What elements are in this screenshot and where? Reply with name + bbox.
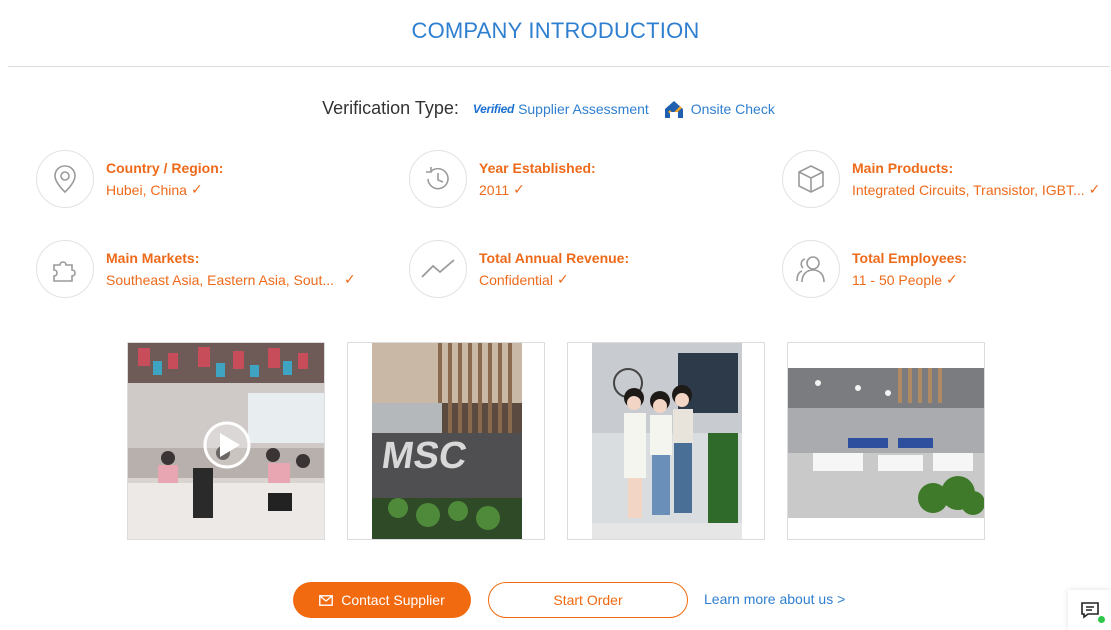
start-order-label: Start Order xyxy=(553,592,623,608)
history-clock-icon xyxy=(409,150,467,208)
info-value: Southeast Asia, Eastern Asia, Sout... xyxy=(106,271,335,288)
check-icon: ✓ xyxy=(513,181,525,197)
section-divider xyxy=(8,66,1110,67)
msc-logo-wall-photo[interactable]: MSC xyxy=(347,342,545,540)
company-info-grid: Country / Region: Hubei, China ✓ Year Est… xyxy=(36,150,1100,310)
location-pin-icon xyxy=(36,150,94,208)
onsite-check-icon xyxy=(664,100,683,118)
office-interior-photo[interactable] xyxy=(787,342,985,540)
supplier-assessment-badge[interactable]: Verified Supplier Assessment xyxy=(473,101,649,117)
info-label: Main Products: xyxy=(852,160,954,176)
puzzle-piece-icon xyxy=(36,240,94,298)
check-icon: ✓ xyxy=(1088,181,1101,197)
info-year-established: Year Established: 2011 ✓ xyxy=(409,150,769,212)
info-country-region: Country / Region: Hubei, China ✓ xyxy=(36,150,396,212)
start-order-button[interactable]: Start Order xyxy=(488,582,688,618)
contact-supplier-button[interactable]: Contact Supplier xyxy=(293,582,471,618)
info-main-markets: Main Markets: Southeast Asia, Eastern As… xyxy=(36,240,396,302)
info-value: 2011 xyxy=(479,181,510,198)
svg-text:MSC: MSC xyxy=(379,434,469,477)
supplier-assessment-label: Supplier Assessment xyxy=(518,100,649,117)
info-annual-revenue: Total Annual Revenue: Confidential ✓ xyxy=(409,240,769,302)
onsite-check-badge[interactable]: Onsite Check xyxy=(663,99,775,119)
trend-line-icon xyxy=(409,240,467,298)
info-main-products: Main Products: Integrated Circuits, Tran… xyxy=(782,150,1111,212)
office-video-photo[interactable] xyxy=(127,342,325,540)
verification-row: Verification Type: Verified Supplier Ass… xyxy=(0,98,1111,119)
info-value: Integrated Circuits, Transistor, IGBT... xyxy=(852,181,1085,198)
product-box-icon xyxy=(782,150,840,208)
info-value: 11 - 50 People xyxy=(852,271,943,288)
info-label: Main Markets: xyxy=(106,250,200,266)
info-value: Hubei, China xyxy=(106,181,187,198)
mail-icon xyxy=(319,594,334,606)
info-value: Confidential xyxy=(479,271,553,288)
section-title: COMPANY INTRODUCTION xyxy=(411,18,700,43)
info-label: Year Established: xyxy=(479,160,596,176)
info-label: Country / Region: xyxy=(106,160,224,176)
check-icon: ✓ xyxy=(190,181,203,197)
info-label: Total Employees: xyxy=(852,250,967,266)
people-icon xyxy=(782,240,840,298)
onsite-check-label: Onsite Check xyxy=(690,100,775,117)
check-icon: ✓ xyxy=(344,271,356,287)
learn-more-link[interactable]: Learn more about us > xyxy=(704,591,845,607)
check-icon: ✓ xyxy=(556,271,569,287)
chat-icon xyxy=(1080,602,1099,619)
contact-supplier-label: Contact Supplier xyxy=(341,592,445,608)
team-photo[interactable] xyxy=(567,342,765,540)
check-icon: ✓ xyxy=(946,271,958,287)
info-total-employees: Total Employees: 11 - 50 People ✓ xyxy=(782,240,1111,302)
online-status-dot xyxy=(1098,616,1105,623)
chat-widget-button[interactable] xyxy=(1068,590,1111,630)
verified-icon: Verified xyxy=(472,101,515,116)
verification-label: Verification Type: xyxy=(322,98,459,118)
info-label: Total Annual Revenue: xyxy=(479,250,630,266)
